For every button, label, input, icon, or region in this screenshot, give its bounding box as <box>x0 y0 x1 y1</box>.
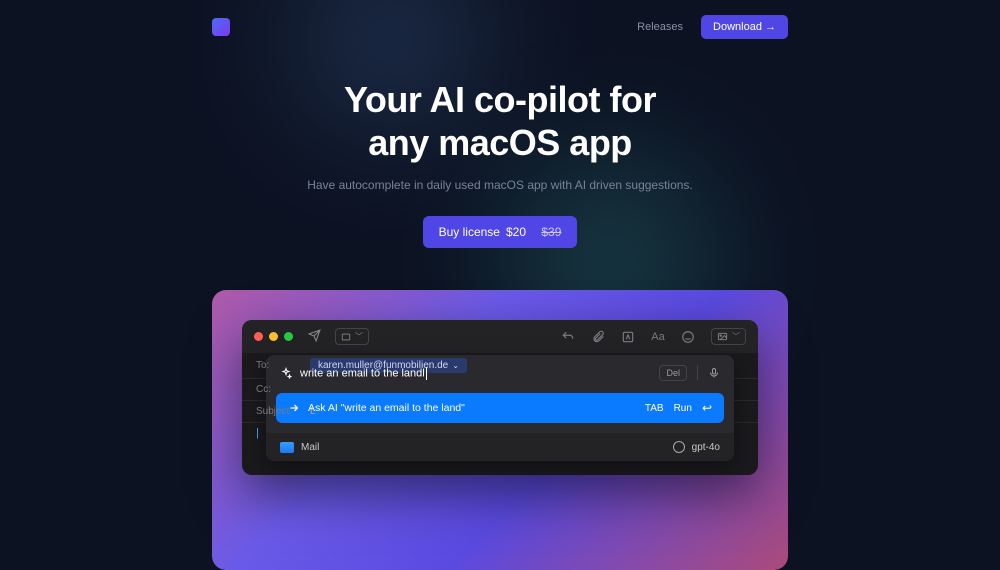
traffic-lights[interactable] <box>254 332 293 341</box>
photo-dropdown[interactable]: ﹀ <box>711 328 746 345</box>
enter-icon: ↩ <box>702 401 712 415</box>
logo-icon[interactable] <box>212 18 230 36</box>
header-dropdown[interactable]: ﹀ <box>335 328 369 345</box>
tab-hint: TAB <box>645 403 664 414</box>
reply-icon[interactable] <box>561 330 575 344</box>
close-icon[interactable] <box>254 332 263 341</box>
cc-label: Cc: <box>256 384 302 395</box>
run-hint: Run <box>674 403 692 414</box>
minimize-icon[interactable] <box>269 332 278 341</box>
divider <box>697 366 698 380</box>
window-titlebar: ﹀ Aa ﹀ <box>242 320 758 353</box>
hero-subtitle: Have autocomplete in daily used macOS ap… <box>0 178 1000 192</box>
app-name: Mail <box>301 442 319 453</box>
model-name: gpt-4o <box>692 442 720 453</box>
ask-ai-suggestion[interactable]: Ask AI "write an email to the land" TAB … <box>276 393 724 423</box>
demo-gradient-panel: ﹀ Aa ﹀ <box>212 290 788 570</box>
attachment-icon[interactable] <box>591 330 605 344</box>
sparkle-icon <box>280 367 292 379</box>
model-selector[interactable]: gpt-4o <box>673 441 720 453</box>
send-icon[interactable] <box>307 328 321 342</box>
mail-app-icon <box>280 442 294 453</box>
maximize-icon[interactable] <box>284 332 293 341</box>
buy-license-button[interactable]: Buy license $20 $39 <box>423 216 578 248</box>
ai-popup: write an email to the landl Del Ask AI "… <box>266 355 734 461</box>
arrow-right-icon <box>288 402 300 414</box>
mic-icon[interactable] <box>708 367 720 379</box>
site-header: Releases Download → <box>212 12 788 42</box>
ai-input-text[interactable]: write an email to the landl <box>300 367 427 380</box>
format-icon[interactable] <box>621 330 635 344</box>
releases-link[interactable]: Releases <box>637 21 683 33</box>
hero-section: Your AI co-pilot for any macOS app Have … <box>0 78 1000 248</box>
mail-window: ﹀ Aa ﹀ <box>242 320 758 475</box>
hero-title: Your AI co-pilot for any macOS app <box>0 78 1000 164</box>
download-button[interactable]: Download → <box>701 15 788 39</box>
emoji-icon[interactable] <box>681 330 695 344</box>
openai-icon <box>673 441 685 453</box>
delete-button[interactable]: Del <box>659 365 687 381</box>
text-style-icon[interactable]: Aa <box>651 330 665 344</box>
